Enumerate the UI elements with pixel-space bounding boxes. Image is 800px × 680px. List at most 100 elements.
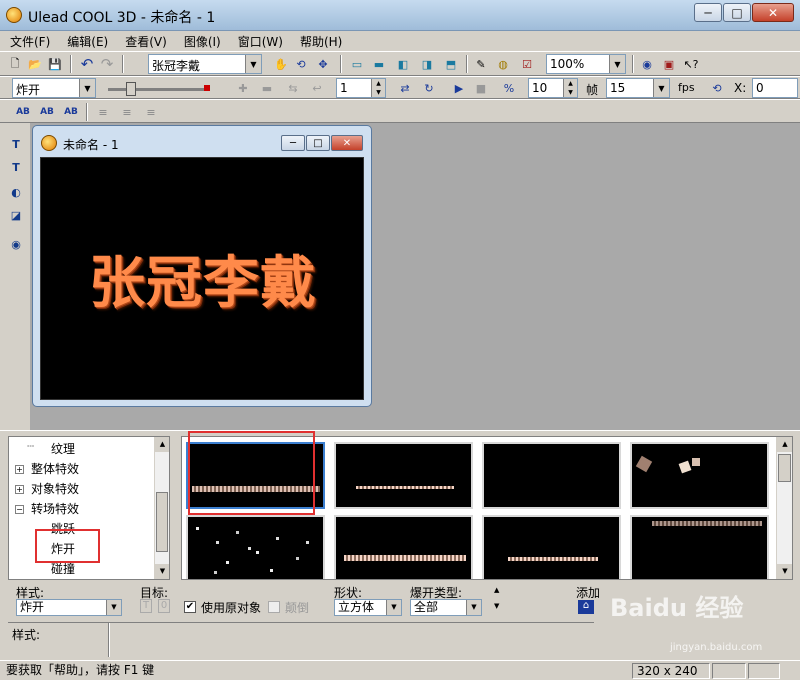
open-icon[interactable]: 📂 (26, 55, 44, 73)
use-original-checkbox[interactable]: ✔ (184, 601, 196, 613)
loop-icon[interactable]: ⇄ (396, 79, 414, 97)
save-icon[interactable]: 💾 (46, 55, 64, 73)
menu-view[interactable]: 查看(V) (115, 31, 174, 51)
effect-select[interactable]: 炸开 ▼ (12, 78, 96, 98)
target-text-button[interactable]: T (140, 599, 152, 613)
tree-item-object-fx[interactable]: 对象特效 (31, 480, 79, 498)
tree-scrollbar[interactable]: ▲ ▼ (154, 437, 169, 579)
menu-window[interactable]: 窗口(W) (228, 31, 290, 51)
zoom-select[interactable]: 100% ▼ (546, 54, 626, 74)
char-spacing-icon[interactable]: AB (62, 103, 80, 121)
align-right-icon[interactable]: ≡ (142, 103, 160, 121)
redo-icon[interactable]: ↷ (98, 55, 116, 73)
position-icon[interactable]: ⟲ (708, 79, 726, 97)
window-title: Ulead COOL 3D - 未命名 - 1 (28, 10, 216, 26)
current-frame-spinner[interactable]: 1 ▲ ▼ (336, 78, 386, 98)
tree-item-global-fx[interactable]: 整体特效 (31, 460, 79, 478)
chevron-down-icon: ▼ (79, 79, 95, 97)
repeat-icon[interactable]: ↻ (420, 79, 438, 97)
text-spacing-icon[interactable]: AB (14, 103, 32, 121)
minimize-button[interactable]: ─ (694, 3, 722, 22)
x-position-input[interactable]: 0 (752, 78, 798, 98)
expand-plus-icon[interactable]: + (15, 465, 24, 474)
edit-graphic-icon[interactable]: ◪ (7, 206, 25, 224)
checkbox-tool-icon[interactable]: ☑ (518, 55, 536, 73)
align-left-icon[interactable]: ≡ (94, 103, 112, 121)
globe-icon[interactable]: ◍ (494, 55, 512, 73)
style-select[interactable]: 炸开 ▼ (16, 599, 122, 616)
gallery-thumbnail[interactable] (482, 515, 621, 579)
frames-spinner[interactable]: 10 ▲ ▼ (528, 78, 578, 98)
timeline-slider[interactable] (104, 81, 214, 96)
gallery-thumbnail[interactable] (630, 515, 769, 579)
view-back-icon[interactable]: ▬ (370, 55, 388, 73)
gallery-scrollbar[interactable]: ▲ ▼ (776, 437, 792, 579)
menu-edit[interactable]: 编辑(E) (57, 31, 115, 51)
flip-keyframe-icon[interactable]: ⇆ (284, 79, 302, 97)
gallery-thumbnail[interactable] (630, 442, 769, 509)
tree-scroll-thumb[interactable] (156, 492, 168, 552)
gallery-thumbnail[interactable] (186, 515, 325, 579)
maximize-button[interactable]: □ (723, 3, 751, 22)
gallery-thumbnail[interactable] (482, 442, 621, 509)
view-left-icon[interactable]: ◧ (394, 55, 412, 73)
menu-help[interactable]: 帮助(H) (290, 31, 349, 51)
tree-item-texture[interactable]: 纹理 (51, 440, 75, 458)
insert-graphic-icon[interactable]: ◐ (7, 183, 25, 201)
status-bar: 要获取「帮助」，请按 F1 键 320 x 240 (0, 660, 800, 680)
document-window[interactable]: 未命名 - 1 ─ □ ✕ 张冠李戴 (32, 125, 372, 407)
view-front-icon[interactable]: ▭ (348, 55, 366, 73)
light-icon[interactable]: ✎ (472, 55, 490, 73)
play-icon[interactable]: ▶ (450, 79, 468, 97)
3d-text-object[interactable]: 张冠李戴 (89, 238, 317, 319)
view-top-icon[interactable]: ⬒ (442, 55, 460, 73)
options-scroll-icon[interactable]: ▲ ▼ (494, 586, 499, 610)
reverse-checkbox[interactable] (268, 601, 280, 613)
object-select[interactable]: 张冠李戴 ▼ (148, 54, 262, 74)
render-canvas[interactable]: 张冠李戴 (40, 157, 364, 400)
chevron-down-icon: ▼ (106, 600, 121, 615)
plugin-icon[interactable]: ◉ (638, 55, 656, 73)
add-keyframe-icon[interactable]: ✚ (234, 79, 252, 97)
export-icon[interactable]: ▣ (660, 55, 678, 73)
remove-keyframe-icon[interactable]: ▬ (258, 79, 276, 97)
insert-text-icon[interactable]: T (7, 135, 25, 153)
geometric-object-icon[interactable]: ◉ (7, 235, 25, 253)
collapse-minus-icon[interactable]: − (15, 505, 24, 514)
explode-type-value: 全部 (414, 600, 439, 614)
move-tool-icon[interactable]: ✥ (314, 55, 332, 73)
edit-text-icon[interactable]: T (7, 158, 25, 176)
menu-file[interactable]: 文件(F) (0, 31, 57, 51)
new-icon[interactable]: 🗋 (6, 55, 24, 73)
scroll-up-icon[interactable]: ▲ (155, 437, 169, 452)
gallery-thumbnail[interactable] (334, 442, 473, 509)
shape-select[interactable]: 立方体 ▼ (334, 599, 402, 616)
scroll-up-icon[interactable]: ▲ (777, 437, 792, 452)
timeline-slider-thumb[interactable] (126, 82, 136, 96)
expand-plus-icon[interactable]: + (15, 485, 24, 494)
hand-icon[interactable]: ✋ (272, 55, 290, 73)
percent-icon[interactable]: % (500, 79, 518, 97)
add-to-gallery-icon[interactable]: ⌂ (578, 600, 594, 614)
doc-minimize-button[interactable]: ─ (281, 135, 305, 151)
scroll-down-icon[interactable]: ▼ (155, 564, 169, 579)
doc-close-button[interactable]: ✕ (331, 135, 363, 151)
rotate-tool-icon[interactable]: ⟲ (292, 55, 310, 73)
line-spacing-icon[interactable]: AB (38, 103, 56, 121)
undo-icon[interactable]: ↶ (78, 55, 96, 73)
view-right-icon[interactable]: ◨ (418, 55, 436, 73)
tree-item-transition-fx[interactable]: 转场特效 (31, 500, 79, 518)
help-pointer-icon[interactable]: ↖? (682, 55, 700, 73)
rewind-icon[interactable]: ↩ (308, 79, 326, 97)
align-center-icon[interactable]: ≡ (118, 103, 136, 121)
explode-type-select[interactable]: 全部 ▼ (410, 599, 482, 616)
doc-maximize-button[interactable]: □ (306, 135, 330, 151)
gallery-scroll-thumb[interactable] (778, 454, 791, 482)
close-button[interactable]: ✕ (752, 3, 794, 22)
menu-image[interactable]: 图像(I) (174, 31, 228, 51)
stop-icon[interactable]: ■ (472, 79, 490, 97)
scroll-down-icon[interactable]: ▼ (777, 564, 792, 579)
target-object-button[interactable]: 0 (158, 599, 170, 613)
fps-select[interactable]: 15 ▼ (606, 78, 670, 98)
gallery-thumbnail[interactable] (334, 515, 473, 579)
